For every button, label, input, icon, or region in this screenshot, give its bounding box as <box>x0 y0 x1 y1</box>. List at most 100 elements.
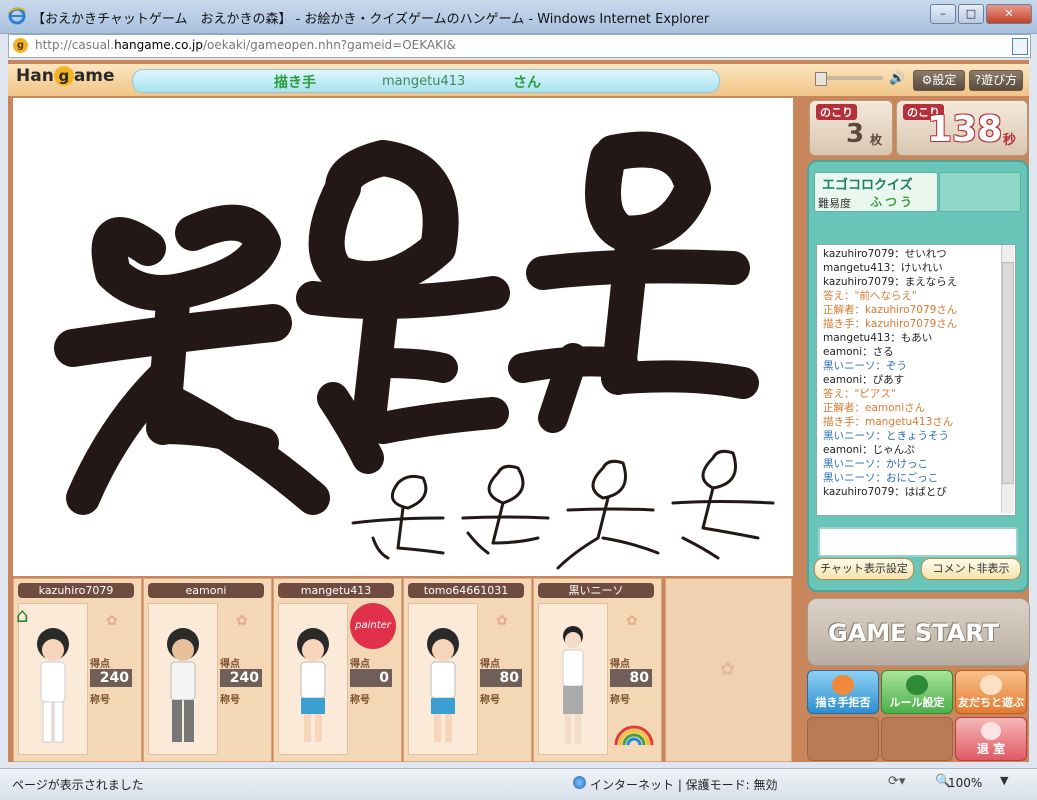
chat-message: mangetu413：もあい <box>823 332 933 344</box>
logo-g-icon: g <box>53 66 74 86</box>
player-score: 240 <box>220 669 262 687</box>
security-zone-text: インターネット | 保護モード: 無効 <box>590 778 778 792</box>
painter-badge-icon: painter <box>350 603 396 649</box>
player-slot[interactable]: tomo64661031 ✿ 得点 80 称号 <box>403 578 532 762</box>
compatibility-view-icon[interactable] <box>1012 38 1028 55</box>
remaining-cards-counter: のこり 3 枚 <box>809 100 893 156</box>
score-box: 得点 240 称号 <box>220 655 264 733</box>
window-title: 【おえかきチャットゲーム おえかきの森】 - お絵かき・クイズゲームのハンゲーム… <box>32 12 710 27</box>
settings-button[interactable]: ⚙設定 <box>913 70 965 91</box>
address-bar[interactable]: g http://casual.hangame.co.jp/oekaki/gam… <box>8 34 1031 58</box>
settings-label: 設定 <box>932 73 957 87</box>
zoom-dropdown-chevron-icon[interactable]: ▼ <box>1000 774 1008 787</box>
home-icon: ⌂ <box>16 603 29 627</box>
site-favicon-icon: g <box>13 38 28 53</box>
zoom-level[interactable]: 100% <box>948 776 982 790</box>
chat-display-settings-button[interactable]: チャット表示設定 <box>814 558 914 580</box>
score-box: 得点 80 称号 <box>480 655 524 733</box>
player-name: mangetu413 <box>278 583 394 598</box>
minimize-button[interactable]: – <box>930 4 956 24</box>
title-label: 称号 <box>610 695 630 706</box>
remaining-cards-label: のこり <box>816 104 857 120</box>
chat-log[interactable]: kazuhiro7079：せいれつ mangetu413：けいれい kazuhi… <box>816 244 1016 516</box>
chat-message: 正解者：kazuhiro7079さん <box>823 304 958 316</box>
drawer-label: 描き手 <box>274 75 316 91</box>
chat-message: 黒いニーソ：おにごっこ <box>823 472 939 484</box>
score-label: 得点 <box>220 659 240 670</box>
player-score: 80 <box>480 669 522 687</box>
player-name: eamoni <box>148 583 264 598</box>
play-with-friends-button[interactable]: 友だちと遊ぶ <box>955 670 1027 714</box>
flower-icon: ✿ <box>496 613 508 629</box>
ie-logo-icon <box>8 7 26 25</box>
player-slot[interactable]: mangetu413 painter 得点 0 称号 <box>273 578 402 762</box>
exit-room-label: 退 室 <box>976 742 1006 756</box>
hide-comments-button[interactable]: コメント非表示 <box>921 558 1021 580</box>
player-name: 黒いニーソ <box>538 583 654 598</box>
remaining-time-counter: のこり 138 秒 <box>896 100 1028 156</box>
chat-message: eamoni：じゃんぷ <box>823 444 915 456</box>
chat-scrollbar-thumb[interactable] <box>1002 262 1014 484</box>
score-box: 得点 0 称号 <box>350 655 394 733</box>
refuse-drawer-button[interactable]: 描き手拒否 <box>807 670 879 714</box>
url-path: /oekaki/gameopen.nhn?gameid=OEKAKI& <box>203 38 456 52</box>
player-name: tomo64661031 <box>408 583 524 598</box>
player-avatar <box>538 603 608 755</box>
drawer-name: mangetu413 <box>382 74 466 89</box>
chat-message: mangetu413：けいれい <box>823 262 943 274</box>
chat-message: 描き手：kazuhiro7079さん <box>823 318 958 330</box>
rule-settings-button[interactable]: ルール設定 <box>881 670 953 714</box>
player-slot[interactable]: eamoni ✿ 得点 240 称号 <box>143 578 272 762</box>
chat-message: kazuhiro7079：せいれつ <box>823 248 947 260</box>
logo-han: Han <box>16 66 54 86</box>
score-label: 得点 <box>610 659 630 670</box>
chat-input[interactable] <box>818 527 1018 557</box>
drawing-canvas[interactable] <box>13 98 793 576</box>
chat-message: eamoni：さる <box>823 346 894 358</box>
rainbow-title-icon <box>614 725 654 746</box>
drawing-strokes <box>54 131 775 570</box>
flower-icon: ✿ <box>626 613 638 629</box>
address-url[interactable]: http://casual.hangame.co.jp/oekaki/gameo… <box>35 38 456 52</box>
title-label: 称号 <box>480 695 500 706</box>
flower-icon: ✿ <box>720 659 736 680</box>
howto-button[interactable]: ?遊び方 <box>969 70 1023 91</box>
chat-message: kazuhiro7079：まえならえ <box>823 276 958 288</box>
player-score: 0 <box>350 669 392 687</box>
remaining-seconds-value: 138 <box>927 109 1003 150</box>
player-score: 240 <box>90 669 132 687</box>
url-prefix: http://casual. <box>35 38 115 52</box>
speaker-icon[interactable]: 🔊 <box>889 71 905 86</box>
score-label: 得点 <box>350 659 370 670</box>
cards-unit: 枚 <box>870 133 883 147</box>
hangame-logo: Han g ame <box>16 66 122 92</box>
empty-button-slot <box>807 717 879 761</box>
game-start-label: GAME START <box>828 619 1000 647</box>
chat-message: 答え："ピアス" <box>823 388 896 400</box>
score-box: 得点 240 称号 <box>90 655 134 733</box>
chat-message: 黒いニーソ：ときょうそう <box>823 430 949 442</box>
volume-slider-knob[interactable] <box>815 72 827 86</box>
maximize-button[interactable]: □ <box>958 4 984 24</box>
player-avatar <box>148 603 218 755</box>
no-drawing-icon <box>832 675 854 695</box>
rule-settings-label: ルール設定 <box>889 696 945 709</box>
close-button[interactable]: ✕ <box>986 4 1032 24</box>
empty-player-slot: ✿ <box>665 578 792 762</box>
internet-zone-icon <box>573 776 586 789</box>
player-slot[interactable]: kazuhiro7079 ⌂ ✿ 得点 240 称号 <box>13 578 142 762</box>
refuse-drawer-label: 描き手拒否 <box>815 696 871 709</box>
chat-message: eamoni：ぴあす <box>823 374 905 386</box>
player-avatar <box>278 603 348 755</box>
exit-room-button[interactable]: 退 室 <box>955 717 1027 761</box>
door-icon <box>981 722 1001 740</box>
player-slot[interactable]: 黒いニーソ ✿ 得点 80 称号 <box>533 578 662 762</box>
howto-label: 遊び方 <box>981 73 1018 87</box>
score-label: 得点 <box>90 659 110 670</box>
title-label: 称号 <box>220 695 240 706</box>
logo-ame: ame <box>73 66 115 86</box>
flower-icon: ✿ <box>236 613 248 629</box>
chat-message: 正解者：eamoniさん <box>823 402 926 414</box>
play-with-friends-label: 友だちと遊ぶ <box>958 696 1024 709</box>
popup-blocker-icon[interactable]: ⟳▾ <box>888 774 905 789</box>
